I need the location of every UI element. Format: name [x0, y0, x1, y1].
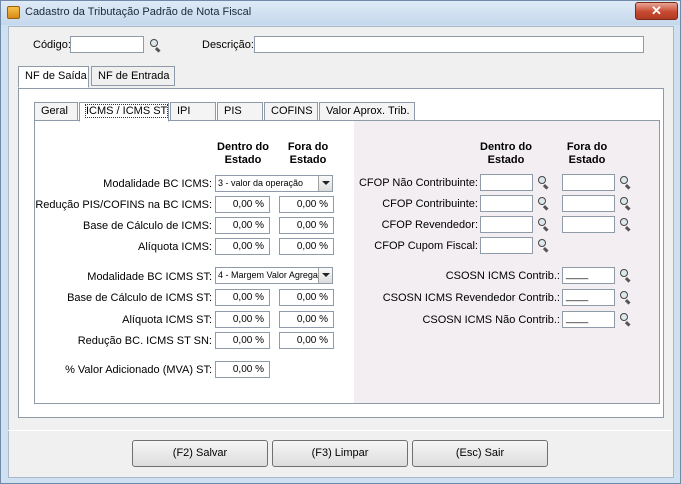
tab-label: PIS [224, 105, 242, 117]
tab-valor-aprox-trib[interactable]: Valor Aprox. Trib. [319, 102, 415, 121]
close-button[interactable]: ✕ [635, 2, 678, 20]
aliquota-icms-fora[interactable]: 0,00 % [279, 238, 334, 255]
chevron-down-icon[interactable] [318, 176, 332, 191]
csosn-contrib-label: CSOSN ICMS Contrib.: [445, 270, 560, 282]
csosn-revendedor-label: CSOSN ICMS Revendedor Contrib.: [382, 292, 560, 304]
app-icon [7, 6, 20, 19]
aliquota-icms-label: Alíquota ICMS: [138, 241, 212, 253]
tab-geral[interactable]: Geral [34, 102, 78, 121]
csosn-revendedor-input[interactable]: ____ [562, 289, 615, 306]
base-calculo-icms-st-dentro[interactable]: 0,00 % [215, 289, 270, 306]
tab-icms-icms-st[interactable]: ICMS / ICMS ST [79, 102, 169, 122]
aliquota-icms-dentro[interactable]: 0,00 % [215, 238, 270, 255]
mva-dentro[interactable]: 0,00 % [215, 361, 270, 378]
search-icon[interactable] [537, 196, 551, 211]
codigo-input[interactable] [70, 36, 144, 53]
sair-button[interactable]: (Esc) Sair [412, 440, 548, 467]
tab-label: IPI [177, 105, 191, 117]
cfop-nao-contribuinte-fora[interactable] [562, 174, 615, 191]
reducao-bc-icms-st-sn-label: Redução BC. ICMS ST SN: [77, 335, 212, 347]
modalidade-bc-icms-st-select[interactable]: 4 - Margem Valor Agregado [215, 267, 333, 284]
search-icon[interactable] [537, 175, 551, 190]
cfop-revendedor-dentro[interactable] [480, 216, 533, 233]
codigo-label: Código: [33, 39, 71, 51]
header-dentro-estado: Dentro do Estado [217, 141, 269, 166]
modalidade-bc-icms-st-label: Modalidade BC ICMS ST: [87, 271, 212, 283]
tab-label: COFINS [271, 105, 313, 117]
tab-label: ICMS / ICMS ST [84, 104, 169, 118]
selected-value: 4 - Margem Valor Agregado [218, 270, 328, 280]
csosn-nao-contrib-input[interactable]: ____ [562, 311, 615, 328]
base-calculo-icms-fora[interactable]: 0,00 % [279, 217, 334, 234]
search-icon[interactable] [619, 312, 633, 327]
base-calculo-icms-dentro[interactable]: 0,00 % [215, 217, 270, 234]
title-bar: Cadastro da Tributação Padrão de Nota Fi… [1, 1, 680, 25]
csosn-nao-contrib-label: CSOSN ICMS Não Contrib.: [422, 314, 560, 326]
cfop-nao-contribuinte-dentro[interactable] [480, 174, 533, 191]
modalidade-bc-icms-select[interactable]: 3 - valor da operação [215, 175, 333, 192]
search-icon[interactable] [619, 290, 633, 305]
window-title: Cadastro da Tributação Padrão de Nota Fi… [25, 6, 252, 18]
reducao-pis-cofins-fora[interactable]: 0,00 % [279, 196, 334, 213]
tab-cofins[interactable]: COFINS [264, 102, 318, 121]
csosn-contrib-input[interactable]: ____ [562, 267, 615, 284]
tab-nf-saida[interactable]: NF de Saída [18, 66, 89, 88]
descricao-label: Descrição: [202, 39, 254, 51]
search-icon[interactable] [537, 238, 551, 253]
cfop-contribuinte-dentro[interactable] [480, 195, 533, 212]
mva-label: % Valor Adicionado (MVA) ST: [65, 364, 212, 376]
base-calculo-icms-st-label: Base de Cálculo de ICMS ST: [67, 292, 212, 304]
header-fora-estado: Fora do Estado [287, 141, 329, 166]
codigo-search-icon[interactable] [149, 38, 163, 53]
cfop-revendedor-label: CFOP Revendedor: [381, 219, 478, 231]
cfop-cupom-fiscal-dentro[interactable] [480, 237, 533, 254]
base-calculo-icms-st-fora[interactable]: 0,00 % [279, 289, 334, 306]
descricao-input[interactable] [254, 36, 644, 53]
search-icon[interactable] [619, 268, 633, 283]
search-icon[interactable] [537, 217, 551, 232]
header-dentro-estado-cfop: Dentro do Estado [480, 141, 532, 166]
limpar-button[interactable]: (F3) Limpar [272, 440, 408, 467]
tab-nf-entrada[interactable]: NF de Entrada [91, 66, 175, 86]
selected-value: 3 - valor da operação [218, 178, 304, 188]
reducao-pis-cofins-dentro[interactable]: 0,00 % [215, 196, 270, 213]
aliquota-icms-st-label: Alíquota ICMS ST: [122, 314, 212, 326]
aliquota-icms-st-dentro[interactable]: 0,00 % [215, 311, 270, 328]
footer-separator [8, 430, 672, 431]
salvar-button[interactable]: (F2) Salvar [132, 440, 268, 467]
reducao-pis-cofins-label: Redução PIS/COFINS na BC ICMS: [35, 199, 212, 211]
chevron-down-icon[interactable] [318, 268, 332, 283]
modalidade-bc-icms-label: Modalidade BC ICMS: [103, 178, 212, 190]
cfop-contribuinte-fora[interactable] [562, 195, 615, 212]
tab-ipi[interactable]: IPI [170, 102, 216, 121]
search-icon[interactable] [619, 217, 633, 232]
search-icon[interactable] [619, 196, 633, 211]
aliquota-icms-st-fora[interactable]: 0,00 % [279, 311, 334, 328]
tab-label: Geral [41, 105, 68, 117]
cfop-cupom-fiscal-label: CFOP Cupom Fiscal: [374, 240, 478, 252]
tab-label: Valor Aprox. Trib. [326, 105, 410, 117]
base-calculo-icms-label: Base de Cálculo de ICMS: [82, 220, 212, 232]
search-icon[interactable] [619, 175, 633, 190]
header-fora-estado-cfop: Fora do Estado [566, 141, 608, 166]
cfop-revendedor-fora[interactable] [562, 216, 615, 233]
tab-pis[interactable]: PIS [217, 102, 263, 121]
cfop-contribuinte-label: CFOP Contribuinte: [382, 198, 478, 210]
reducao-bc-icms-st-sn-dentro[interactable]: 0,00 % [215, 332, 270, 349]
reducao-bc-icms-st-sn-fora[interactable]: 0,00 % [279, 332, 334, 349]
cfop-nao-contribuinte-label: CFOP Não Contribuinte: [358, 177, 478, 189]
